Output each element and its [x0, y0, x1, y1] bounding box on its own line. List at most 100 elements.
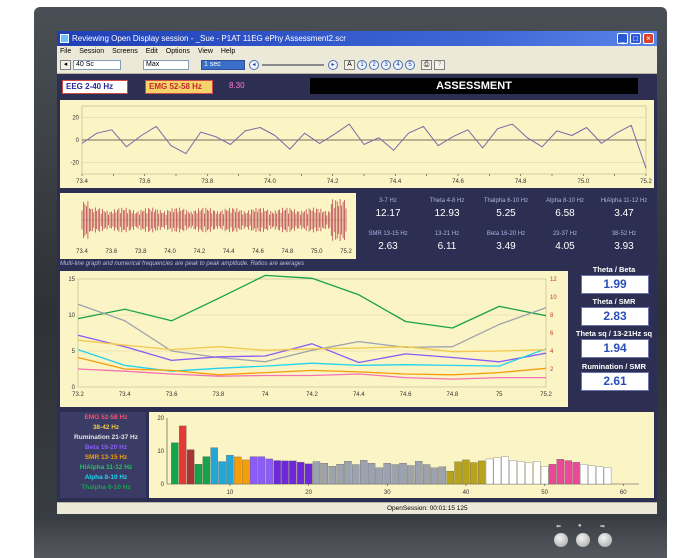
eeg-trace [81, 123, 647, 169]
spectrum-bar [438, 466, 447, 485]
stat-label: SMR 13-15 Hz [368, 231, 408, 237]
spectrum-bar [179, 425, 187, 485]
emg-x-tick: 73.8 [135, 249, 147, 255]
menu-view[interactable]: View [198, 48, 213, 55]
eeg-x-tick: 74.4 [389, 179, 401, 185]
spectrum-bar [281, 460, 289, 485]
menu-screens[interactable]: Screens [112, 48, 138, 55]
stat-value: 6.11 [437, 241, 457, 252]
spectrum-bar [328, 466, 336, 485]
page-button-3[interactable]: 3 [381, 60, 391, 70]
spectrum-bar [171, 442, 179, 485]
eeg-range-label: EEG 2-40 Hz [62, 80, 128, 94]
spectrum-bar [533, 461, 541, 485]
band-x-tick: 74.2 [306, 392, 318, 398]
spectrum-bar [257, 456, 266, 485]
eeg-x-tick: 73.8 [201, 179, 213, 185]
monitor-button-left[interactable] [554, 533, 568, 547]
spectrum-bar [454, 461, 462, 485]
emg-x-tick: 74.6 [252, 249, 264, 255]
menu-options[interactable]: Options [166, 48, 190, 55]
eeg-x-tick: 74.8 [515, 179, 527, 185]
band-y-tick: 5 [72, 349, 76, 355]
spectrum-bar [572, 462, 580, 485]
spectrum-x-tick: 20 [305, 490, 312, 496]
eeg-x-tick: 74.2 [327, 179, 339, 185]
emg-x-tick: 74.8 [281, 249, 293, 255]
band-y-tick: 0 [72, 385, 76, 391]
ratio-value: 2.61 [581, 372, 649, 391]
spectrum-bar [265, 458, 273, 485]
spectrum-bar [273, 460, 281, 485]
stats-panel: 3-7 Hz 12.17 Theta 4-8 Hz 12.93 Thalpha … [359, 193, 655, 259]
band-series-line [77, 274, 547, 329]
stat-value: 3.49 [496, 241, 516, 252]
spectrum-y-tick: 0 [161, 482, 165, 488]
spectrum-panel: 20 10 0 10 20 30 40 50 60 [149, 412, 654, 498]
monitor-button-center[interactable] [576, 533, 590, 547]
legend-item: Thalpha 6-10 Hz [81, 484, 131, 491]
emg-x-tick: 74.4 [223, 249, 235, 255]
spectrum-bar [344, 461, 352, 485]
spectrum-bar [312, 461, 321, 485]
prev-page-button[interactable]: ◂ [60, 60, 71, 70]
forward-icon[interactable]: ▸ [328, 60, 338, 70]
spectrum-bar [422, 464, 431, 485]
spectrum-y-tick: 10 [157, 449, 164, 455]
minimize-button[interactable]: _ [617, 33, 628, 44]
page-button-2[interactable]: 2 [369, 60, 379, 70]
session-value: 8.30 [229, 81, 245, 90]
band-y-tick: 10 [68, 313, 75, 319]
band-chart: 0 5 10 15 2 4 6 8 10 12 73.2 73.4 73.6 73.8 74 74.2 74.4… [68, 274, 557, 398]
band-x-tick: 73.6 [166, 392, 178, 398]
ratio-value: 1.94 [581, 339, 649, 358]
rewind-icon[interactable]: ◂ [249, 60, 259, 70]
page-button-4[interactable]: 4 [393, 60, 403, 70]
spectrum-bar [399, 463, 407, 485]
band-y2-tick: 4 [550, 349, 554, 355]
spectrum-bar [202, 456, 211, 485]
spectrum-bar [297, 462, 305, 485]
spectrum-bar [564, 460, 572, 485]
stat-label: Beta 16-20 Hz [486, 231, 526, 237]
max-field[interactable]: Max [143, 60, 189, 70]
page-button-5[interactable]: 5 [405, 60, 415, 70]
spectrum-x-tick: 40 [463, 490, 470, 496]
band-x-tick: 73.2 [72, 392, 84, 398]
spectrum-bar [359, 460, 368, 485]
stat-value: 12.93 [434, 208, 460, 219]
time-select[interactable]: 1 sec [201, 60, 245, 70]
spectrum-bar [485, 458, 494, 485]
stat-label: 23-37 Hz [552, 231, 578, 237]
spectrum-bar [588, 465, 596, 485]
position-slider[interactable] [262, 64, 324, 66]
monitor-button-right[interactable] [598, 533, 612, 547]
close-button[interactable]: × [643, 33, 654, 44]
menu-edit[interactable]: Edit [146, 48, 158, 55]
ratio-label: Rumination / SMR [581, 362, 647, 371]
emg-x-tick: 74.0 [164, 249, 176, 255]
nav-button[interactable]: A [344, 60, 355, 70]
help-icon[interactable]: ? [434, 60, 445, 70]
menu-help[interactable]: Help [221, 48, 235, 55]
menu-bar: File Session Screens Edit Options View H… [57, 46, 657, 57]
print-icon[interactable]: ⎙ [421, 60, 432, 70]
spectrum-bar [493, 457, 502, 485]
band-y2-tick: 6 [550, 331, 554, 337]
menu-session[interactable]: Session [79, 48, 104, 55]
page-button-1[interactable]: 1 [357, 60, 367, 70]
scale-field[interactable]: 40 Sc [73, 60, 121, 70]
menu-file[interactable]: File [60, 48, 71, 55]
band-x-tick: 74.4 [353, 392, 365, 398]
spectrum-chart: 20 10 0 10 20 30 40 50 60 [157, 416, 639, 496]
spectrum-bar [218, 461, 226, 485]
spectrum-bar [595, 466, 604, 485]
maximize-button[interactable]: □ [630, 33, 641, 44]
spectrum-bar [194, 464, 203, 485]
legend-item: 38-42 Hz [92, 424, 120, 431]
legend-item: EMG 52-58 Hz [84, 414, 128, 421]
eeg-x-tick: 75.2 [640, 179, 652, 185]
chart-note: Multi-line graph and numerical frequenci… [60, 261, 305, 267]
screen: Reviewing Open Display session - _Sue - … [57, 31, 657, 514]
spectrum-bar [226, 455, 234, 485]
